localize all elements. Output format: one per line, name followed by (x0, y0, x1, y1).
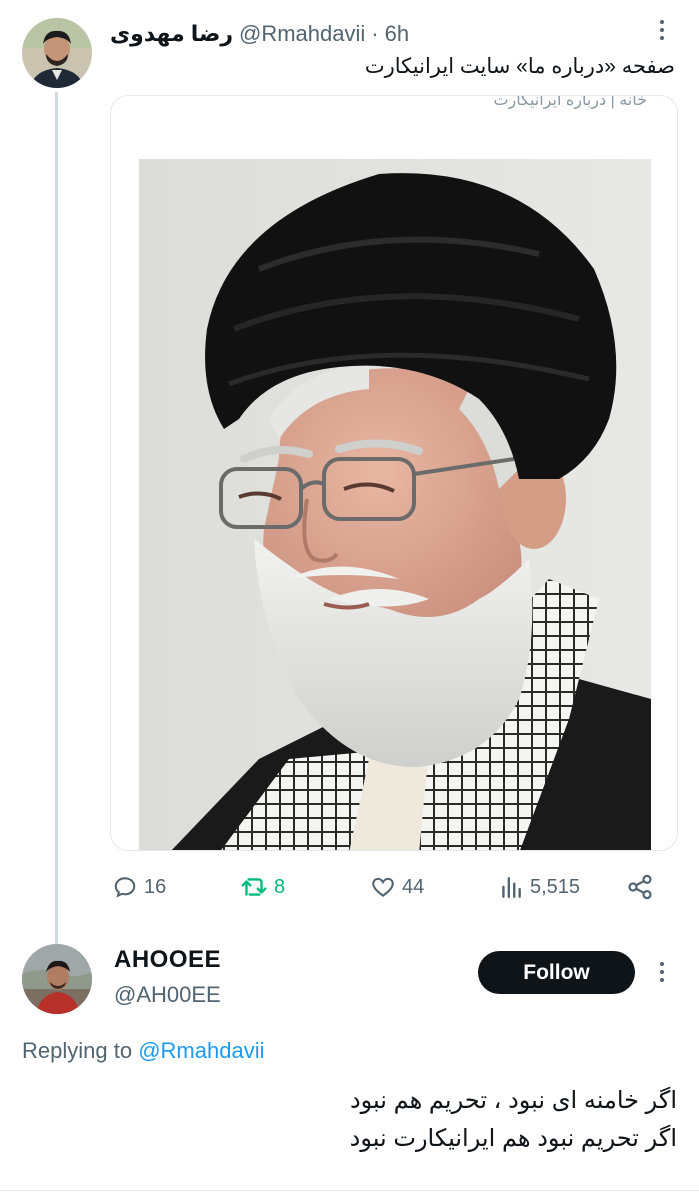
replying-to-handle-link[interactable]: @Rmahdavii (138, 1038, 264, 1063)
like-button[interactable]: 44 (370, 870, 424, 904)
divider (0, 1190, 699, 1191)
reply-icon (114, 877, 136, 898)
reply-text: اگر خامنه ای نبود ، تحریم هم نبود اگر تح… (350, 1082, 677, 1158)
follow-button[interactable]: Follow (478, 951, 635, 994)
share-button[interactable] (626, 870, 654, 904)
more-icon[interactable] (658, 962, 666, 982)
views-count: 5,515 (530, 875, 581, 898)
tweet-text: صفحه «درباره ما» سایت ایرانیکارت (364, 55, 675, 78)
retweet-count: 8 (274, 875, 286, 898)
reply-author-handle[interactable]: @AH00EE (114, 982, 221, 1008)
replying-to-line: Replying to @Rmahdavii (22, 1038, 264, 1064)
media-image (139, 159, 651, 850)
views-button[interactable]: 5,515 (498, 870, 580, 904)
author-name[interactable]: رضا مهدوی (110, 21, 233, 47)
reply-text-line-2: اگر تحریم نبود هم ایرانیکارت نبود (349, 1125, 677, 1152)
reply-button[interactable]: 16 (112, 870, 166, 904)
tweet-time[interactable]: 6h (385, 21, 409, 47)
replying-prefix: Replying to (22, 1038, 133, 1063)
retweet-icon (241, 878, 267, 896)
like-icon (372, 877, 394, 897)
views-icon (502, 877, 521, 898)
author-avatar[interactable] (22, 18, 92, 88)
tweet-media[interactable]: خانه | درباره ایرانیکارت (110, 95, 678, 851)
reply-author-avatar[interactable] (22, 944, 92, 1014)
media-top-crop-text: خانه | درباره ایرانیکارت (493, 95, 647, 109)
author-handle[interactable]: @Rmahdavii (239, 21, 365, 47)
thread-connector-line (55, 92, 58, 944)
like-count: 44 (402, 875, 425, 898)
reply-count: 16 (144, 875, 167, 898)
share-icon (628, 874, 652, 900)
tweet-header: رضا مهدوی @Rmahdavii · 6h (110, 20, 409, 48)
reply-author-name[interactable]: AHOOEE (114, 946, 221, 974)
reply-text-line-1: اگر خامنه ای نبود ، تحریم هم نبود (349, 1087, 677, 1114)
header-separator: · (371, 21, 379, 46)
more-icon[interactable] (658, 20, 666, 40)
retweet-button[interactable]: 8 (240, 870, 285, 904)
